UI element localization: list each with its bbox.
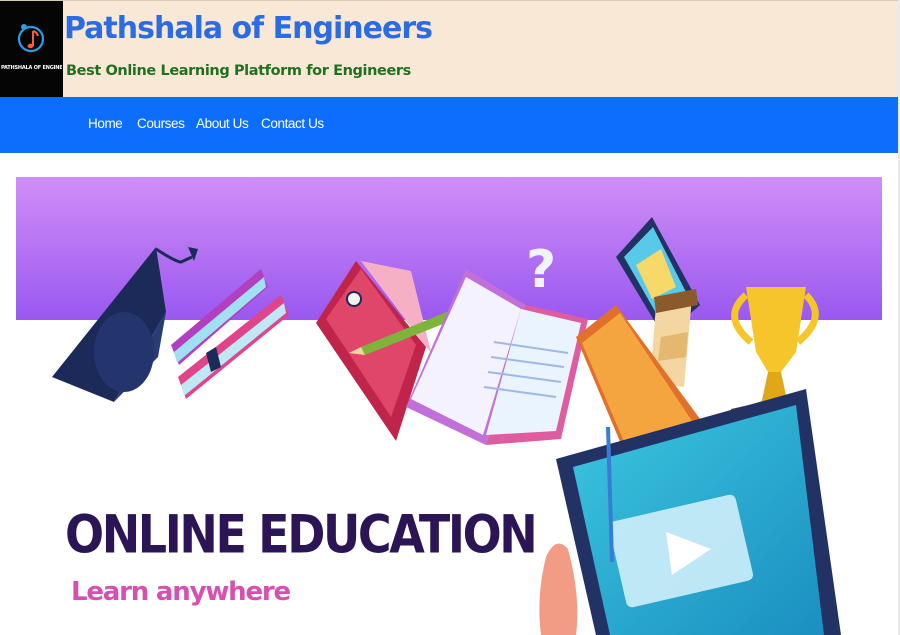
banner-title: ONLINE EDUCATION xyxy=(65,503,538,566)
hand-illustration xyxy=(539,543,578,635)
music-note-logo-icon xyxy=(17,24,45,53)
site-header: PATHSHALA OF ENGINEERS Pathshala of Engi… xyxy=(0,0,900,98)
site-title[interactable]: Pathshala of Engineers xyxy=(64,11,433,46)
tablet-icon xyxy=(556,389,841,635)
nav-contact-us[interactable]: Contact Us xyxy=(261,116,324,131)
nav-courses[interactable]: Courses xyxy=(137,116,185,131)
hero-banner: ? ONLINE EDUCATION Learn anywhere xyxy=(16,177,882,635)
nav-about-us[interactable]: About Us xyxy=(196,116,249,131)
question-mark-icon: ? xyxy=(526,240,556,300)
site-tagline: Best Online Learning Platform for Engine… xyxy=(66,63,411,79)
hero-illustration: ? xyxy=(16,177,882,635)
main-nav: Home Courses About Us Contact Us xyxy=(0,97,898,153)
site-logo[interactable]: PATHSHALA OF ENGINEERS xyxy=(0,1,63,98)
banner-subtitle: Learn anywhere xyxy=(71,577,291,607)
nav-home[interactable]: Home xyxy=(88,116,123,131)
logo-text: PATHSHALA OF ENGINEERS xyxy=(1,65,62,71)
